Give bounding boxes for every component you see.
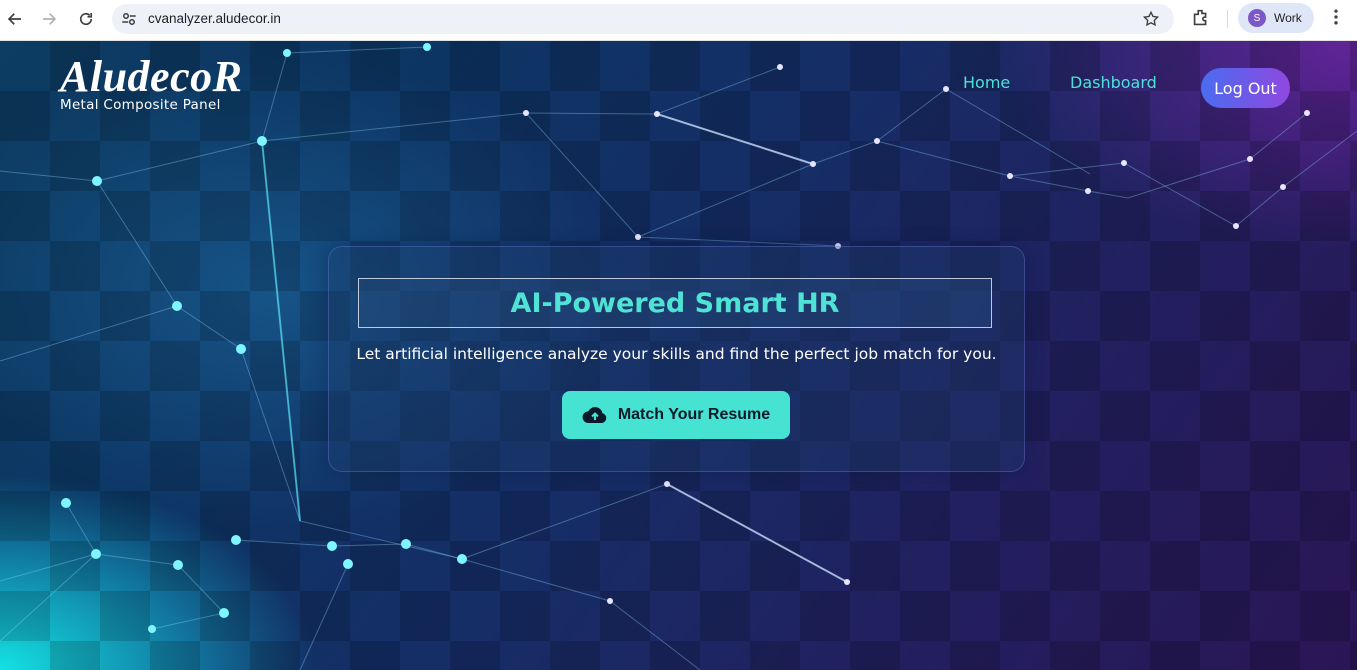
extensions-icon[interactable] xyxy=(1190,7,1212,29)
toolbar-divider xyxy=(1227,10,1228,28)
forward-arrow-icon[interactable] xyxy=(36,6,62,32)
profile-chip[interactable]: S Work xyxy=(1238,3,1314,33)
match-resume-label: Match Your Resume xyxy=(617,406,771,423)
back-arrow-icon[interactable] xyxy=(2,6,28,32)
logout-button[interactable]: Log Out xyxy=(1201,68,1290,108)
hero-subtitle: Let artificial intelligence analyze your… xyxy=(356,345,997,363)
profile-name: Work xyxy=(1274,11,1302,25)
avatar: S xyxy=(1248,9,1266,27)
hero-card: AI-Powered Smart HR Let artificial intel… xyxy=(328,246,1025,472)
match-resume-button[interactable]: Match Your Resume xyxy=(562,391,790,439)
nav-link-home[interactable]: Home xyxy=(963,73,1010,92)
logo-wordmark: AludecoR xyxy=(60,52,243,101)
address-bar[interactable]: cvanalyzer.aludecor.in xyxy=(112,4,1174,34)
site-info-icon[interactable] xyxy=(120,10,138,28)
bookmark-star-icon[interactable] xyxy=(1142,10,1160,28)
hero-title: AI-Powered Smart HR xyxy=(510,287,840,319)
cloud-upload-icon xyxy=(582,407,607,424)
more-menu-icon[interactable] xyxy=(1326,7,1346,29)
url-text[interactable]: cvanalyzer.aludecor.in xyxy=(148,11,281,26)
reload-icon[interactable] xyxy=(73,6,99,32)
page-viewport: AludecoR Metal Composite Panel Home Dash… xyxy=(0,41,1357,670)
browser-toolbar: cvanalyzer.aludecor.in S Work xyxy=(0,0,1357,41)
hero-title-box: AI-Powered Smart HR xyxy=(358,278,992,328)
brand-logo[interactable]: AludecoR Metal Composite Panel xyxy=(60,52,243,114)
logo-tagline: Metal Composite Panel xyxy=(60,97,221,113)
nav-link-dashboard[interactable]: Dashboard xyxy=(1070,73,1157,92)
